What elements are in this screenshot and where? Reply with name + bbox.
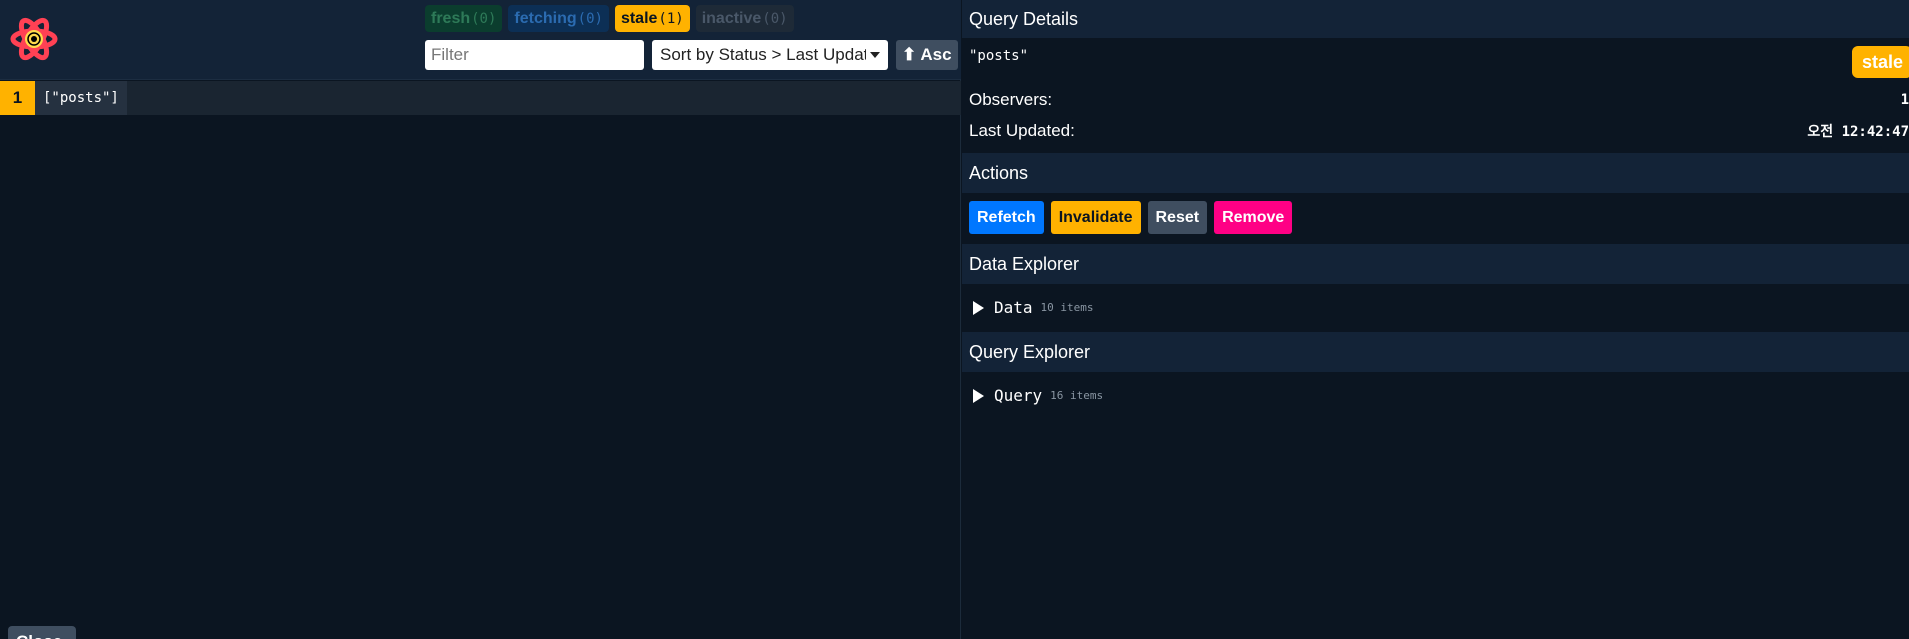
fresh-count: (0) xyxy=(471,10,497,27)
status-counts: fresh (0) fetching (0) stale (1) inactiv… xyxy=(425,5,794,32)
query-details-header: Query Details xyxy=(962,0,1909,38)
query-key-row: "posts" xyxy=(969,48,1909,64)
data-explorer-toggle[interactable]: Data 10 items xyxy=(973,298,1094,317)
react-query-devtools: fresh (0) fetching (0) stale (1) inactiv… xyxy=(0,0,1909,639)
chevron-down-icon xyxy=(870,52,880,58)
observers-row: Observers: 1 xyxy=(969,90,1909,110)
query-explorer-info: 16 items xyxy=(1050,389,1104,402)
actions-header: Actions xyxy=(962,153,1909,193)
list-controls: Sort by Status > Last Updated ⬆ Asc xyxy=(425,40,958,70)
observers-value: 1 xyxy=(1900,92,1909,108)
refetch-button[interactable]: Refetch xyxy=(969,201,1044,234)
fetching-count-badge: fetching (0) xyxy=(508,5,609,32)
last-updated-label: Last Updated: xyxy=(969,121,1075,140)
inactive-label: inactive xyxy=(701,9,762,27)
fresh-count-badge: fresh (0) xyxy=(425,5,503,32)
sort-selected-label: Sort by Status > Last Updated xyxy=(660,45,866,64)
reset-button[interactable]: Reset xyxy=(1147,201,1208,234)
last-updated-value: 오전 12:42:47 xyxy=(1807,124,1909,140)
data-explorer-info: 10 items xyxy=(1040,301,1094,314)
devtools-toolbar: fresh (0) fetching (0) stale (1) inactiv… xyxy=(0,0,961,80)
last-updated-row: Last Updated: 오전 12:42:47 xyxy=(969,121,1909,141)
query-list-item[interactable]: 1 ["posts"] xyxy=(0,81,961,115)
data-explorer-header: Data Explorer xyxy=(962,244,1909,284)
action-buttons: Refetch Invalidate Reset Remove xyxy=(969,201,1293,234)
observers-label: Observers: xyxy=(969,90,1053,109)
query-explorer-header: Query Explorer xyxy=(962,332,1909,372)
fetching-label: fetching xyxy=(514,9,577,27)
sort-direction-button[interactable]: ⬆ Asc xyxy=(896,40,958,70)
query-list-panel: fresh (0) fetching (0) stale (1) inactiv… xyxy=(0,0,961,639)
react-query-logo-icon[interactable] xyxy=(10,17,58,61)
data-explorer-label: Data xyxy=(994,298,1033,317)
stale-count-badge: stale (1) xyxy=(614,5,690,32)
query-explorer-label: Query xyxy=(994,386,1043,405)
fetching-count: (0) xyxy=(577,10,603,27)
status-badge: stale xyxy=(1852,46,1909,78)
triangle-right-icon xyxy=(973,388,984,403)
query-explorer-toggle[interactable]: Query 16 items xyxy=(973,386,1103,405)
close-button[interactable]: Close xyxy=(8,626,76,639)
details-query-key: "posts" xyxy=(969,48,1029,64)
sort-select[interactable]: Sort by Status > Last Updated xyxy=(652,40,888,70)
observer-count-badge: 1 xyxy=(0,81,35,115)
remove-button[interactable]: Remove xyxy=(1214,201,1293,234)
inactive-count: (0) xyxy=(762,10,788,27)
inactive-count-badge: inactive (0) xyxy=(695,5,794,32)
query-details-panel: Query Details "posts" stale Observers: 1… xyxy=(962,0,1909,639)
invalidate-button[interactable]: Invalidate xyxy=(1050,201,1141,234)
triangle-right-icon xyxy=(973,300,984,315)
query-key-label: ["posts"] xyxy=(35,81,127,115)
filter-input[interactable] xyxy=(425,40,644,70)
stale-label: stale xyxy=(620,9,658,27)
stale-count: (1) xyxy=(658,10,684,27)
fresh-label: fresh xyxy=(431,9,471,27)
